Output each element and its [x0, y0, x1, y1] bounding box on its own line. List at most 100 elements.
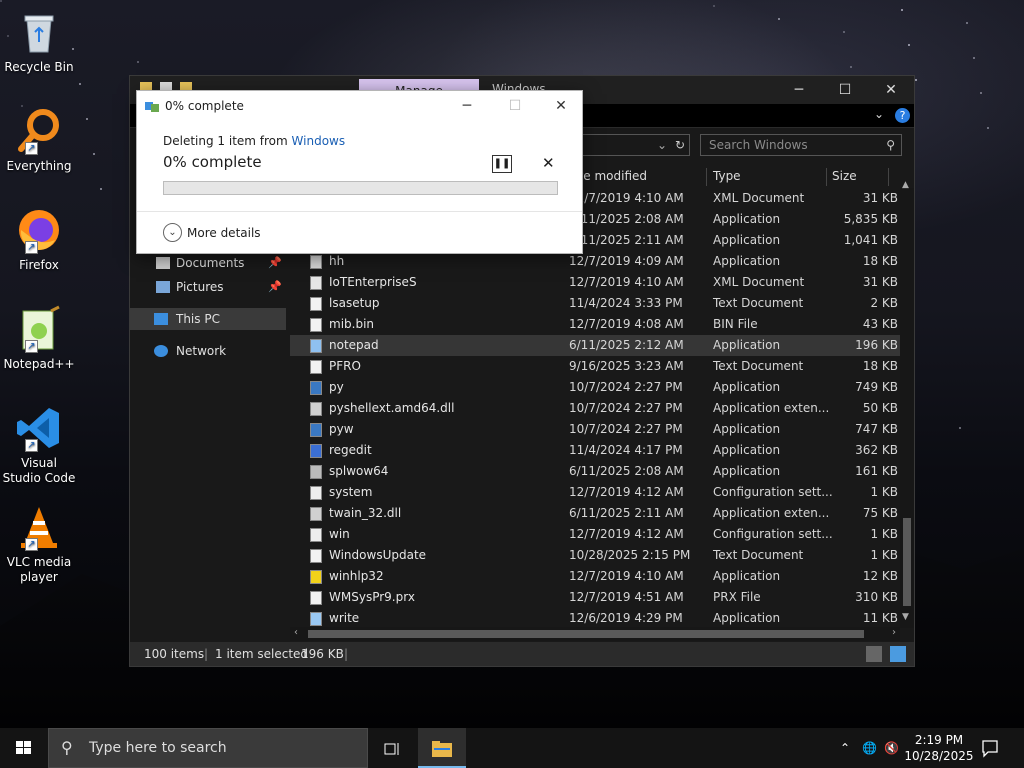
- file-name: regedit: [329, 443, 372, 457]
- task-view-button[interactable]: [368, 728, 416, 768]
- clock-date: 10/28/2025: [904, 749, 974, 763]
- desktop-icon-everything[interactable]: ↗ Everything: [2, 107, 76, 174]
- file-type: Application: [713, 464, 781, 478]
- file-size: 43 KB: [862, 317, 898, 331]
- taskbar-search-box[interactable]: ⚲ Type here to search: [48, 728, 368, 768]
- subtitle-text: Deleting 1 item from: [163, 134, 288, 148]
- table-row[interactable]: IoTEnterpriseS 12/7/2019 4:10 AM XML Docum…: [290, 272, 902, 293]
- file-date: 10/7/2024 2:27 PM: [569, 380, 683, 394]
- table-row[interactable]: system 12/7/2019 4:12 AM Configuration set…: [290, 482, 902, 503]
- table-row[interactable]: winhlp32 12/7/2019 4:10 AM Application 12 K…: [290, 566, 902, 587]
- system-clock[interactable]: 2:19 PM 10/28/2025: [904, 732, 974, 764]
- table-row[interactable]: write 12/6/2019 4:29 PM Application 11 KB: [290, 608, 902, 629]
- refresh-icon[interactable]: ↻: [675, 135, 685, 155]
- file-name: pyshellext.amd64.dll: [329, 401, 455, 415]
- scroll-left-icon[interactable]: ‹: [294, 627, 298, 638]
- file-icon: [310, 318, 322, 332]
- volume-muted-icon[interactable]: 🔇: [884, 728, 899, 768]
- star: [137, 61, 139, 63]
- pause-button[interactable]: ❚❚: [492, 155, 512, 173]
- close-button[interactable]: ✕: [868, 76, 914, 104]
- table-row[interactable]: win 12/7/2019 4:12 AM Configuration sett..…: [290, 524, 902, 545]
- table-row[interactable]: splwow64 6/11/2025 2:08 AM Application 161 …: [290, 461, 902, 482]
- start-button[interactable]: [0, 728, 48, 768]
- this-pc-icon: [154, 313, 168, 325]
- file-type: Text Document: [713, 359, 804, 373]
- shortcut-arrow-icon: ↗: [25, 142, 38, 155]
- desktop-icon-notepadpp[interactable]: ↗ Notepad++: [2, 305, 76, 372]
- delete-progress-dialog[interactable]: 0% complete ─ ☐ ✕ Deleting 1 item from W…: [136, 90, 583, 254]
- minimize-button[interactable]: ─: [776, 76, 822, 104]
- file-date: 12/7/2019 4:10 AM: [569, 191, 684, 205]
- show-hidden-icons-chevron-icon[interactable]: ⌃: [840, 728, 850, 768]
- recycle-bin-icon: [15, 8, 63, 56]
- table-row[interactable]: pyw 10/7/2024 2:27 PM Application 747 KB: [290, 419, 902, 440]
- table-row[interactable]: mib.bin 12/7/2019 4:08 AM BIN File 43 KB: [290, 314, 902, 335]
- table-row[interactable]: hh 12/7/2019 4:09 AM Application 18 KB: [290, 251, 902, 272]
- vertical-scrollbar[interactable]: ▲ ▼: [900, 180, 914, 628]
- file-date: 10/28/2025 2:15 PM: [569, 548, 691, 562]
- file-size: 1,041 KB: [843, 233, 898, 247]
- more-details-button[interactable]: ⌄ More details: [163, 221, 261, 245]
- file-size: 75 KB: [862, 506, 898, 520]
- expand-ribbon-chevron-icon[interactable]: ⌄: [874, 107, 884, 121]
- help-icon[interactable]: ?: [895, 108, 910, 123]
- shortcut-arrow-icon: ↗: [25, 538, 38, 551]
- documents-icon: [156, 257, 170, 269]
- nav-item-pictures[interactable]: Pictures 📌: [130, 276, 286, 298]
- nav-item-network[interactable]: Network: [130, 340, 286, 362]
- table-row[interactable]: WMSysPr9.prx 12/7/2019 4:51 AM PRX File 310…: [290, 587, 902, 608]
- star: [908, 44, 910, 46]
- notification-center-icon[interactable]: [980, 738, 1000, 758]
- column-header-type[interactable]: Type: [713, 169, 741, 183]
- address-dropdown-icon[interactable]: ⌄: [657, 135, 667, 155]
- dll-icon: [310, 507, 322, 521]
- cancel-operation-button[interactable]: ✕: [542, 154, 555, 172]
- everything-search-icon: ↗: [15, 107, 63, 155]
- network-status-icon[interactable]: 🌐: [862, 728, 877, 768]
- table-row[interactable]: notepad 6/11/2025 2:12 AM Application 196 K…: [290, 335, 902, 356]
- maximize-button[interactable]: ☐: [822, 76, 868, 104]
- search-input[interactable]: Search Windows ⚲: [700, 134, 902, 156]
- file-name: lsasetup: [329, 296, 380, 310]
- table-row[interactable]: WindowsUpdate 10/28/2025 2:15 PM Text Docu…: [290, 545, 902, 566]
- scrollbar-thumb[interactable]: [903, 518, 911, 606]
- table-row[interactable]: PFRO 9/16/2025 3:23 AM Text Document 18 KB: [290, 356, 902, 377]
- file-date: 12/7/2019 4:08 AM: [569, 317, 684, 331]
- table-row[interactable]: lsasetup 11/4/2024 3:33 PM Text Document 2 …: [290, 293, 902, 314]
- scrollbar-thumb[interactable]: [308, 630, 864, 638]
- star: [843, 31, 845, 33]
- desktop-icon-vscode[interactable]: ↗ Visual Studio Code: [2, 404, 76, 486]
- table-row[interactable]: regedit 11/4/2024 4:17 PM Application 362 K…: [290, 440, 902, 461]
- source-folder-link[interactable]: Windows: [292, 134, 346, 148]
- star: [778, 18, 780, 20]
- file-name: IoTEnterpriseS: [329, 275, 417, 289]
- desktop-icon-vlc[interactable]: ↗ VLC media player: [2, 503, 76, 585]
- file-date: 12/7/2019 4:12 AM: [569, 527, 684, 541]
- scroll-right-icon[interactable]: ›: [892, 627, 896, 638]
- large-icons-view-icon[interactable]: [890, 646, 906, 662]
- column-header-size[interactable]: Size: [832, 169, 857, 183]
- desktop-icon-label: Notepad++: [3, 357, 75, 371]
- dialog-minimize-button[interactable]: ─: [447, 95, 487, 117]
- file-date: 6/11/2025 2:08 AM: [569, 212, 684, 226]
- scroll-down-icon[interactable]: ▼: [902, 612, 909, 622]
- file-name: PFRO: [329, 359, 361, 373]
- nav-item-this-pc[interactable]: This PC: [130, 308, 286, 330]
- taskbar-file-explorer-button[interactable]: [418, 728, 466, 768]
- selection-size: 196 KB: [301, 647, 344, 661]
- scroll-up-icon[interactable]: ▲: [902, 180, 909, 190]
- file-date: 11/4/2024 3:33 PM: [569, 296, 683, 310]
- details-view-icon[interactable]: [866, 646, 882, 662]
- table-row[interactable]: twain_32.dll 6/11/2025 2:11 AM Application…: [290, 503, 902, 524]
- desktop-icon-label: Everything: [6, 159, 72, 173]
- table-row[interactable]: py 10/7/2024 2:27 PM Application 749 KB: [290, 377, 902, 398]
- desktop-icon-firefox[interactable]: ↗ Firefox: [2, 206, 76, 273]
- desktop-icon-recycle-bin[interactable]: Recycle Bin: [2, 8, 76, 75]
- file-size: 362 KB: [855, 443, 898, 457]
- star: [713, 5, 715, 7]
- dialog-close-button[interactable]: ✕: [541, 95, 581, 117]
- table-row[interactable]: pyshellext.amd64.dll 10/7/2024 2:27 PM App…: [290, 398, 902, 419]
- nav-item-documents[interactable]: Documents 📌: [130, 252, 286, 274]
- horizontal-scrollbar[interactable]: ‹ ›: [290, 627, 900, 641]
